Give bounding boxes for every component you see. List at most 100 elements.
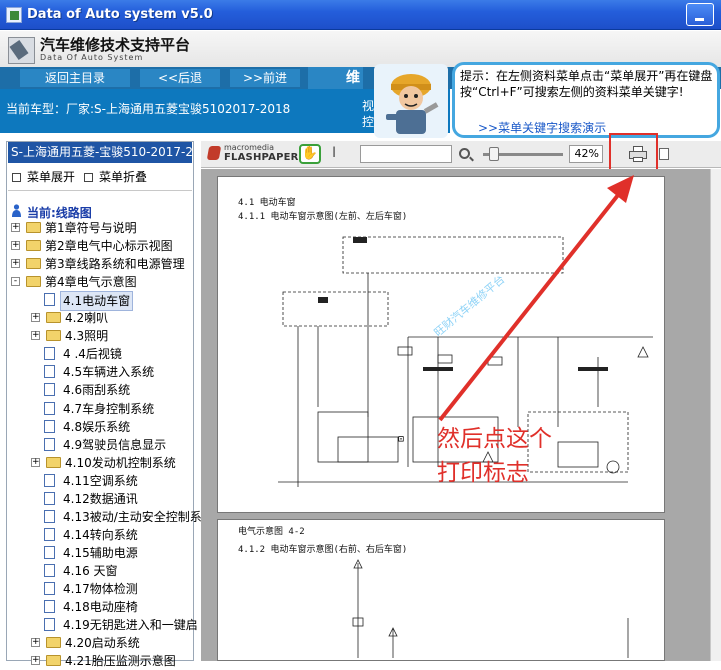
tree-item-label: 4.10发动机控制系统 [65, 456, 176, 470]
vertical-scrollbar[interactable] [710, 169, 721, 661]
menu-collapse-label: 菜单折叠 [99, 170, 148, 184]
folder-icon [46, 637, 61, 648]
app-icon [6, 7, 22, 23]
tree-item-label: 4.17物体检测 [63, 582, 138, 596]
document-icon [44, 564, 55, 577]
tree-item-label: 4.6雨刮系统 [63, 383, 131, 397]
watermark: 旺财汽车维修平台 [431, 272, 507, 339]
menu-expand-label: 菜单展开 [27, 170, 76, 184]
search-input[interactable] [360, 145, 452, 163]
tree-item-label: 4.11空调系统 [63, 474, 138, 488]
forward-button[interactable]: >>前进 [230, 69, 300, 87]
zoom-percent[interactable]: 42% [569, 145, 603, 163]
window-title: Data of Auto system v5.0 [27, 7, 213, 22]
document-icon [44, 528, 55, 541]
folder-icon [46, 457, 61, 468]
home-button[interactable]: 返回主目录 [20, 69, 130, 87]
collapse-square-icon [84, 173, 93, 182]
tree-item-label: 4.18电动座椅 [63, 600, 138, 614]
document-icon [44, 383, 55, 396]
person-icon [12, 204, 21, 217]
expand-toggle-icon[interactable]: + [11, 241, 20, 250]
tree-item-label: 第1章符号与说明 [45, 221, 137, 235]
document-icon [44, 474, 55, 487]
document-icon [44, 600, 55, 613]
document-icon [44, 420, 55, 433]
annotation-line-1: 然后点这个 [437, 426, 552, 452]
vehicle-header: S-上海通用五菱-宝骏510-2017-2018 [8, 142, 192, 163]
wiring-diagram-2 [352, 559, 629, 658]
header-label: 维修 [308, 67, 363, 89]
document-icon [44, 546, 55, 559]
tree-item-label: 4.1电动车窗 [60, 291, 134, 311]
document-icon [44, 293, 55, 306]
annotation-text: 然后点这个 打印标志 [437, 422, 552, 490]
flashpaper-brand-small: macromedia [224, 143, 275, 152]
tree-item-label: 4.5车辆进入系统 [63, 365, 155, 379]
search-demo-link[interactable]: >>菜单关键字搜索演示 [478, 119, 606, 136]
tree-item-label: 4.8娱乐系统 [63, 420, 131, 434]
folder-icon [26, 240, 41, 251]
current-model: 当前车型：厂家:S-上海通用五菱宝骏5102017-2018 [6, 102, 291, 116]
document-icon [44, 347, 55, 360]
tree-item-label: 4.19无钥匙进入和一键启 [63, 618, 198, 632]
section-subheading: 4.1.1 电动车窗示意图(左前、左后车窗) [238, 212, 408, 222]
text-select-icon[interactable]: I [332, 145, 336, 161]
hand-icon: ✋ [301, 146, 319, 161]
connector-label: ⊡ [398, 434, 404, 445]
document-icon [44, 618, 55, 631]
folder-icon [46, 312, 61, 323]
folder-icon [46, 330, 61, 341]
tree-item-label: 4.14转向系统 [63, 528, 138, 542]
brand-title: 汽车维修技术支持平台 [40, 36, 191, 54]
expand-toggle-icon[interactable]: + [31, 313, 40, 322]
folder-icon [26, 276, 41, 287]
document-icon [44, 438, 55, 451]
tree-item-label: 4.20启动系统 [65, 636, 140, 650]
tree-item-label: 4.3照明 [65, 329, 109, 343]
flashpaper-brand: FLASHPAPER [224, 152, 299, 163]
zoom-icon[interactable] [459, 148, 470, 159]
document-icon [44, 582, 55, 595]
wrench-logo-icon [8, 37, 35, 64]
minimize-button[interactable] [686, 3, 714, 26]
tree-item-label: 4.21胎压监测示意图 [65, 654, 176, 668]
expand-toggle-icon[interactable]: + [11, 223, 20, 232]
menu-collapse-button[interactable]: 菜单折叠 [84, 168, 147, 185]
tree-item-label: 4 .4后视镜 [63, 347, 122, 361]
collapse-toggle-icon[interactable]: - [11, 277, 20, 286]
document-icon [44, 402, 55, 415]
divider [8, 190, 192, 191]
back-button[interactable]: <<后退 [140, 69, 220, 87]
tree-item-label: 4.9驾驶员信息显示 [63, 438, 167, 452]
expand-square-icon [12, 173, 21, 182]
tree-item-label: 4.16 天窗 [63, 564, 118, 578]
tree-item-label: 第4章电气示意图 [45, 275, 137, 289]
document-icon [44, 510, 55, 523]
document-icon [44, 492, 55, 505]
page-view-icon[interactable] [659, 148, 669, 160]
tree-item-label: 4.15辅助电源 [63, 546, 138, 560]
expand-toggle-icon[interactable]: + [31, 638, 40, 647]
folder-icon [26, 258, 41, 269]
folder-icon [26, 222, 41, 233]
tip-text: 提示：在左侧资料菜单点击“菜单展开”再在键盘按“Ctrl+F”可搜索左侧的资料菜… [460, 69, 713, 99]
expand-toggle-icon[interactable]: + [31, 331, 40, 340]
section-subheading-2: 4.1.2 电动车窗示意图(右前、右后车窗) [238, 545, 408, 555]
menu-expand-button[interactable]: 菜单展开 [12, 168, 75, 185]
page-label: 电气示意图 4-2 [238, 527, 305, 537]
section-heading: 4.1 电动车窗 [238, 198, 296, 208]
tree-item-label: 第3章线路系统和电源管理 [45, 257, 185, 271]
tree-item-label: 第2章电气中心标示视图 [45, 239, 173, 253]
mechanic-mascot-icon [374, 64, 448, 138]
document-icon [44, 365, 55, 378]
tree-item-label: 4.7车身控制系统 [63, 402, 155, 416]
expand-toggle-icon[interactable]: + [31, 458, 40, 467]
tree-item-label: 4.13被动/主动安全控制系 [63, 510, 202, 524]
zoom-slider-handle[interactable] [489, 147, 500, 161]
tree-item-label: 4.12数据通讯 [63, 492, 138, 506]
brand-subtitle: Data Of Auto System [40, 53, 144, 62]
expand-toggle-icon[interactable]: + [11, 259, 20, 268]
document-page-2: 电气示意图 4-2 4.1.2 电动车窗示意图(右前、右后车窗) [217, 519, 665, 661]
hand-tool-button[interactable]: ✋ [299, 144, 321, 164]
